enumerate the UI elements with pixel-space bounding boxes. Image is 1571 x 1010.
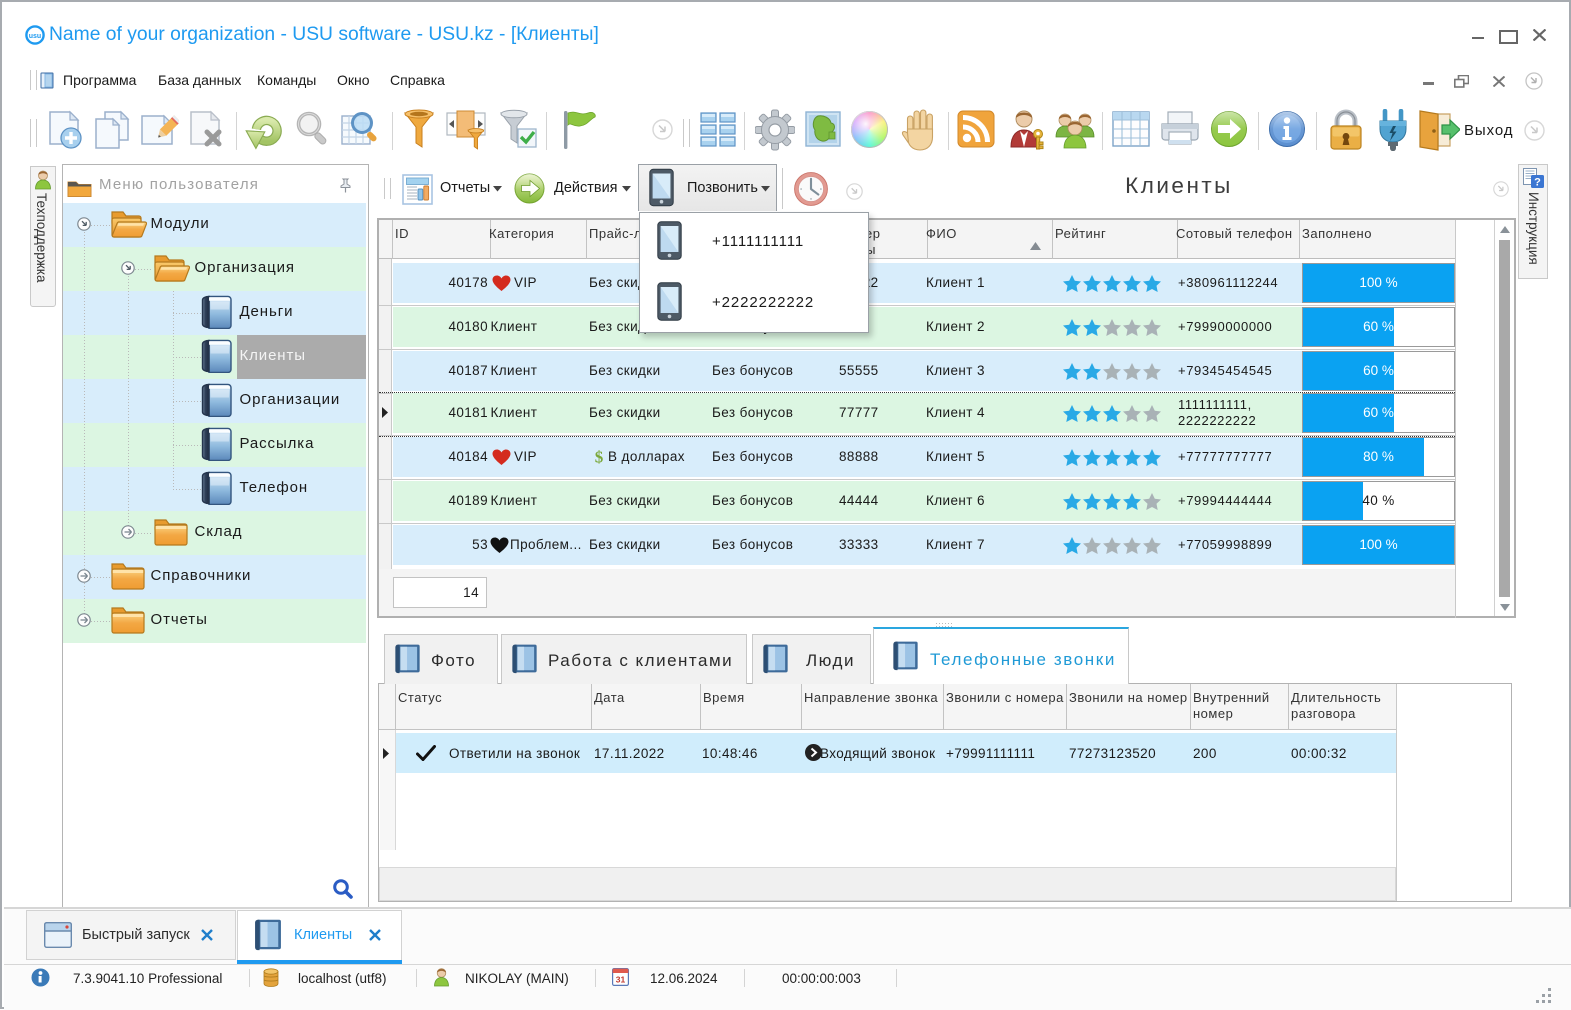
svg-text:31: 31 [616,975,626,985]
svg-text:usu: usu [29,33,41,40]
svg-text:?: ? [1534,177,1541,189]
svg-text:$: $ [595,448,604,467]
